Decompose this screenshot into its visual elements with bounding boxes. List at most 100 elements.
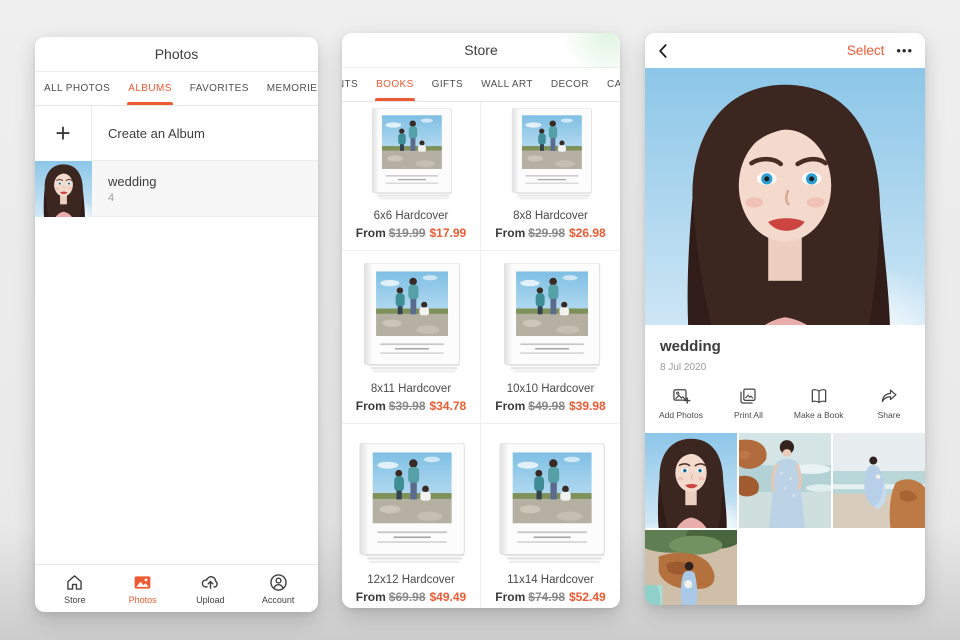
photo-book-image bbox=[493, 443, 609, 564]
store-tabs: PRINTS BOOKS GIFTS WALL ART DECOR CARDS bbox=[342, 68, 620, 102]
nav-photos[interactable]: Photos bbox=[115, 572, 171, 605]
photo-book-image bbox=[353, 443, 469, 564]
product-price: From $39.98 $34.78 bbox=[356, 399, 466, 413]
album-name: wedding bbox=[108, 173, 157, 189]
add-photos-button[interactable]: Add Photos bbox=[659, 386, 703, 420]
cloud-upload-icon bbox=[200, 572, 221, 593]
product-10x10-hardcover[interactable]: 10x10 Hardcover From $49.98 $39.98 bbox=[481, 251, 620, 424]
home-icon bbox=[64, 572, 85, 593]
tab-prints[interactable]: PRINTS bbox=[342, 68, 367, 101]
album-actions: Add Photos Print All Make a Book Share bbox=[645, 373, 925, 433]
album-photo-grid bbox=[645, 433, 925, 605]
add-photos-icon bbox=[671, 386, 691, 406]
product-price: From $49.98 $39.98 bbox=[495, 399, 605, 413]
photo-book-image bbox=[367, 108, 455, 200]
product-name: 12x12 Hardcover bbox=[367, 574, 455, 586]
product-8x11-hardcover[interactable]: 8x11 Hardcover From $39.98 $34.78 bbox=[342, 251, 481, 424]
create-album-label: Create an Album bbox=[92, 106, 318, 161]
sale-price: $52.49 bbox=[569, 590, 606, 604]
product-11x14-hardcover[interactable]: 11x14 Hardcover From $74.98 $52.49 bbox=[481, 424, 620, 608]
nav-account-label: Account bbox=[261, 595, 295, 605]
nav-upload-label: Upload bbox=[196, 595, 225, 605]
old-price: $19.99 bbox=[388, 226, 426, 240]
print-all-icon bbox=[738, 386, 758, 406]
photo-book-image bbox=[498, 263, 604, 373]
product-name: 6x6 Hardcover bbox=[373, 210, 449, 222]
product-name: 11x14 Hardcover bbox=[507, 574, 594, 586]
product-price: From $69.98 $49.49 bbox=[356, 590, 466, 604]
from-label: From bbox=[355, 399, 386, 413]
product-grid: 6x6 Hardcover From $19.99 $17.99 8x8 Hardc… bbox=[342, 102, 620, 608]
product-12x12-hardcover[interactable]: 12x12 Hardcover From $69.98 $49.49 bbox=[342, 424, 481, 608]
from-label: From bbox=[495, 399, 526, 413]
account-icon bbox=[268, 572, 289, 593]
album-title: wedding bbox=[660, 338, 721, 355]
tab-gifts[interactable]: GIFTS bbox=[423, 68, 472, 101]
product-price: From $29.98 $26.98 bbox=[495, 226, 605, 240]
tab-all-photos[interactable]: ALL PHOTOS bbox=[35, 72, 119, 105]
from-label: From bbox=[495, 226, 526, 240]
store-screen: Store PRINTS BOOKS GIFTS WALL ART DECOR … bbox=[342, 33, 620, 608]
sale-price: $49.49 bbox=[429, 590, 467, 604]
nav-store-label: Store bbox=[64, 595, 86, 605]
old-price: $74.98 bbox=[528, 590, 565, 604]
album-photo-1[interactable] bbox=[645, 433, 737, 528]
album-photo-2[interactable] bbox=[739, 433, 831, 528]
create-album-row[interactable]: + Create an Album bbox=[35, 106, 318, 161]
old-price: $69.98 bbox=[388, 590, 426, 604]
product-name: 10x10 Hardcover bbox=[506, 383, 595, 395]
make-a-book-button[interactable]: Make a Book bbox=[794, 386, 844, 420]
page-title: Store bbox=[342, 33, 620, 68]
bottom-nav: Store Photos Upload Account bbox=[35, 564, 318, 612]
tab-memories[interactable]: MEMORIES bbox=[258, 72, 318, 105]
sale-price: $26.98 bbox=[569, 226, 606, 240]
product-8x8-hardcover[interactable]: 8x8 Hardcover From $29.98 $26.98 bbox=[481, 102, 620, 251]
product-name: 8x8 Hardcover bbox=[513, 210, 588, 222]
old-price: $49.98 bbox=[528, 399, 565, 413]
sale-price: $39.98 bbox=[569, 399, 606, 413]
hero-photo[interactable] bbox=[645, 68, 925, 325]
album-row-wedding[interactable]: wedding 4 bbox=[35, 161, 318, 217]
photo-book-image bbox=[507, 108, 595, 200]
photo-book-image bbox=[358, 263, 464, 373]
tab-favorites[interactable]: FAVORITES bbox=[181, 72, 258, 105]
back-button[interactable] bbox=[657, 41, 677, 61]
from-label: From bbox=[495, 590, 526, 604]
product-price: From $19.99 $17.99 bbox=[356, 226, 466, 240]
from-label: From bbox=[355, 590, 386, 604]
print-all-button[interactable]: Print All bbox=[726, 386, 770, 420]
share-button[interactable]: Share bbox=[867, 386, 911, 420]
share-icon bbox=[879, 386, 899, 406]
nav-account[interactable]: Account bbox=[250, 572, 306, 605]
album-detail-screen: Select ••• wedding 8 Jul 2020 Add Photos… bbox=[645, 33, 925, 605]
product-price: From $74.98 $52.49 bbox=[495, 590, 605, 604]
tab-decor[interactable]: DECOR bbox=[542, 68, 598, 101]
page-title: Photos bbox=[35, 37, 318, 72]
old-price: $29.98 bbox=[528, 226, 565, 240]
product-6x6-hardcover[interactable]: 6x6 Hardcover From $19.99 $17.99 bbox=[342, 102, 481, 251]
more-options-icon[interactable]: ••• bbox=[896, 44, 913, 57]
album-photo-3[interactable] bbox=[833, 433, 925, 528]
album-photo-count: 4 bbox=[108, 191, 115, 204]
nav-upload[interactable]: Upload bbox=[182, 572, 238, 605]
nav-store[interactable]: Store bbox=[47, 572, 103, 605]
plus-icon: + bbox=[35, 106, 92, 161]
photos-tabs: ALL PHOTOS ALBUMS FAVORITES MEMORIES bbox=[35, 72, 318, 106]
tab-cards[interactable]: CARDS bbox=[598, 68, 620, 101]
share-label: Share bbox=[877, 410, 901, 420]
album-photo-4[interactable] bbox=[645, 530, 737, 605]
nav-photos-label: Photos bbox=[128, 595, 157, 605]
select-button[interactable]: Select bbox=[847, 43, 885, 58]
album-date: 8 Jul 2020 bbox=[660, 362, 707, 373]
product-name: 8x11 Hardcover bbox=[370, 383, 452, 395]
old-price: $39.98 bbox=[388, 399, 426, 413]
book-icon bbox=[809, 386, 829, 406]
sale-price: $17.99 bbox=[429, 226, 467, 240]
album-thumbnail bbox=[35, 161, 92, 217]
tab-wall-art[interactable]: WALL ART bbox=[472, 68, 542, 101]
chevron-left-icon bbox=[657, 43, 668, 59]
tab-albums[interactable]: ALBUMS bbox=[119, 72, 181, 105]
from-label: From bbox=[355, 226, 386, 240]
make-a-book-label: Make a Book bbox=[793, 410, 844, 420]
tab-books[interactable]: BOOKS bbox=[367, 68, 423, 101]
